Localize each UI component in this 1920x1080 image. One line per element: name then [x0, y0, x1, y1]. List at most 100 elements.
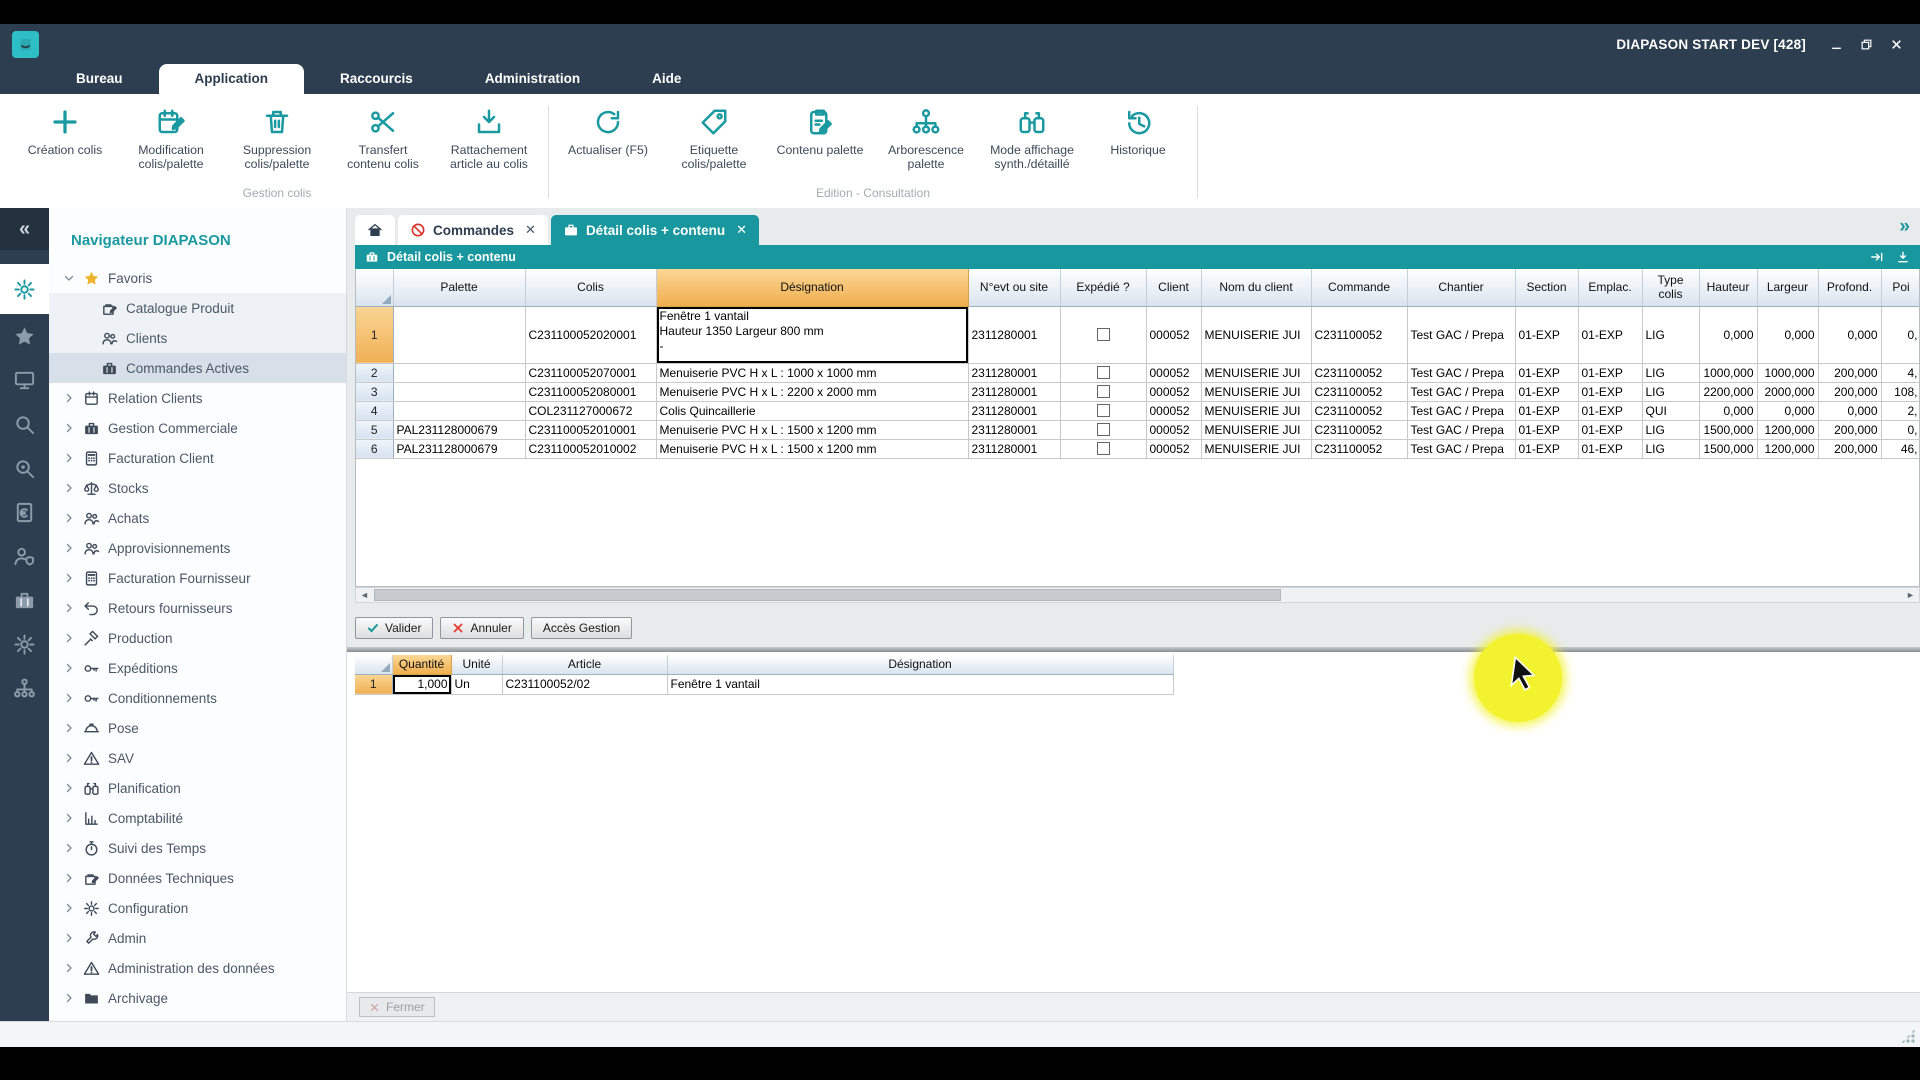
menu-tab-application[interactable]: Application — [159, 64, 305, 94]
cell[interactable]: Test GAC / Prepa — [1407, 401, 1515, 420]
cell[interactable]: C231100052010001 — [525, 420, 656, 439]
sidebar-item-production[interactable]: Production — [49, 623, 346, 653]
cell[interactable]: 000052 — [1146, 306, 1201, 363]
cell[interactable]: Test GAC / Prepa — [1407, 382, 1515, 401]
cell[interactable]: 46, — [1881, 439, 1920, 458]
cell[interactable]: 1000,000 — [1699, 363, 1757, 382]
sidebar-item-approvisionnements[interactable]: Approvisionnements — [49, 533, 346, 563]
ribbon-button-refresh[interactable]: Actualiser (F5) — [555, 104, 661, 157]
cell[interactable]: Test GAC / Prepa — [1407, 306, 1515, 363]
cell[interactable]: 01-EXP — [1515, 401, 1578, 420]
column-header-quantit-[interactable]: Quantité — [392, 655, 451, 674]
cell[interactable]: MENUISERIE JUI — [1201, 420, 1311, 439]
cell[interactable]: 01-EXP — [1578, 306, 1642, 363]
sidebar-item-conditionnements[interactable]: Conditionnements — [49, 683, 346, 713]
scroll-right-arrow[interactable]: ► — [1902, 588, 1919, 602]
cell[interactable]: 0, — [1881, 420, 1920, 439]
ribbon-button-trash[interactable]: Suppression colis/palette — [224, 104, 330, 171]
cell[interactable]: 2311280001 — [968, 401, 1060, 420]
collapse-sidebar-button[interactable]: « — [0, 208, 49, 250]
sidebar-item-retours-fournisseurs[interactable]: Retours fournisseurs — [49, 593, 346, 623]
menu-tab-administration[interactable]: Administration — [449, 64, 616, 94]
cell[interactable] — [393, 401, 525, 420]
cell[interactable]: 2311280001 — [968, 439, 1060, 458]
cell[interactable]: 1,000 — [392, 674, 451, 694]
column-header-colis[interactable]: Colis — [525, 269, 656, 306]
cell[interactable] — [1060, 382, 1146, 401]
cell[interactable]: 0,000 — [1699, 306, 1757, 363]
close-button[interactable] — [1888, 36, 1904, 52]
checkbox-unchecked[interactable] — [1097, 328, 1110, 341]
cell[interactable]: 01-EXP — [1515, 382, 1578, 401]
cell[interactable]: LIG — [1642, 420, 1699, 439]
cell[interactable]: C231100052 — [1311, 420, 1407, 439]
sidebar-item-stocks[interactable]: Stocks — [49, 473, 346, 503]
sidebar-item-donn-es-techniques[interactable]: Données Techniques — [49, 863, 346, 893]
tab-close-icon[interactable]: ✕ — [525, 222, 536, 238]
tab-home[interactable] — [355, 215, 395, 245]
cell[interactable]: Test GAC / Prepa — [1407, 363, 1515, 382]
column-header-type-colis[interactable]: Type colis — [1642, 269, 1699, 306]
cell[interactable]: 2311280001 — [968, 382, 1060, 401]
cell[interactable] — [1060, 420, 1146, 439]
ribbon-button-binoculars[interactable]: Mode affichage synth./détaillé — [979, 104, 1085, 171]
cell[interactable]: 200,000 — [1818, 420, 1881, 439]
checkbox-unchecked[interactable] — [1097, 423, 1110, 436]
cell[interactable]: MENUISERIE JUI — [1201, 439, 1311, 458]
sidebar-item-admin[interactable]: Admin — [49, 923, 346, 953]
cell[interactable]: 1200,000 — [1757, 439, 1818, 458]
cell[interactable]: LIG — [1642, 382, 1699, 401]
scrollbar-thumb[interactable] — [374, 589, 1281, 601]
strip-desktop-button[interactable] — [0, 358, 49, 402]
fermer-button[interactable]: Fermer — [359, 997, 435, 1017]
checkbox-unchecked[interactable] — [1097, 366, 1110, 379]
cell[interactable]: LIG — [1642, 439, 1699, 458]
cell[interactable]: 2000,000 — [1757, 382, 1818, 401]
column-header-hauteur[interactable]: Hauteur — [1699, 269, 1757, 306]
sidebar-item-gestion-commerciale[interactable]: Gestion Commerciale — [49, 413, 346, 443]
ribbon-button-sitemap[interactable]: Arborescence palette — [873, 104, 979, 171]
strip-search-button[interactable] — [0, 402, 49, 446]
cell[interactable] — [1060, 306, 1146, 363]
cell[interactable]: LIG — [1642, 363, 1699, 382]
cell[interactable]: Test GAC / Prepa — [1407, 420, 1515, 439]
cell[interactable]: 0,000 — [1699, 401, 1757, 420]
sidebar-item-sav[interactable]: SAV — [49, 743, 346, 773]
strip-invoice-button[interactable] — [0, 490, 49, 534]
cell[interactable]: 01-EXP — [1515, 439, 1578, 458]
ribbon-button-history[interactable]: Historique — [1085, 104, 1191, 157]
strip-search-advanced-button[interactable] — [0, 446, 49, 490]
strip-favorites-button[interactable] — [0, 314, 49, 358]
cell[interactable]: C231100052 — [1311, 439, 1407, 458]
restore-button[interactable] — [1858, 36, 1874, 52]
ribbon-button-plus[interactable]: Création colis — [12, 104, 118, 157]
column-header-commande[interactable]: Commande — [1311, 269, 1407, 306]
tab-commandes[interactable]: Commandes✕ — [398, 215, 548, 245]
column-header-palette[interactable]: Palette — [393, 269, 525, 306]
cell[interactable]: Fenêtre 1 vantail Hauteur 1350 Largeur 8… — [656, 306, 968, 363]
cell[interactable]: COL231127000672 — [525, 401, 656, 420]
cell[interactable]: PAL231128000679 — [393, 439, 525, 458]
cell[interactable]: 200,000 — [1818, 382, 1881, 401]
cell[interactable]: 01-EXP — [1578, 420, 1642, 439]
ribbon-button-calendar-edit[interactable]: Modification colis/palette — [118, 104, 224, 171]
cell[interactable]: MENUISERIE JUI — [1201, 382, 1311, 401]
column-header-largeur[interactable]: Largeur — [1757, 269, 1818, 306]
valider-button[interactable]: Valider — [355, 617, 433, 639]
sidebar-item-exp-ditions[interactable]: Expéditions — [49, 653, 346, 683]
sidebar-item-catalogue-produit[interactable]: Catalogue Produit — [49, 293, 346, 323]
cell[interactable] — [1060, 401, 1146, 420]
column-header-chantier[interactable]: Chantier — [1407, 269, 1515, 306]
row-number-cell[interactable]: 1 — [356, 306, 393, 363]
sidebar-item-commandes-actives[interactable]: Commandes Actives — [49, 353, 346, 383]
cell[interactable]: 0, — [1881, 306, 1920, 363]
cell[interactable]: Menuiserie PVC H x L : 1500 x 1200 mm — [656, 439, 968, 458]
cell[interactable]: C231100052 — [1311, 363, 1407, 382]
cell[interactable]: 2200,000 — [1699, 382, 1757, 401]
strip-modules-button[interactable] — [0, 264, 49, 314]
cell[interactable]: 2311280001 — [968, 420, 1060, 439]
column-header-emplac-[interactable]: Emplac. — [1578, 269, 1642, 306]
row-number-cell[interactable]: 6 — [356, 439, 393, 458]
cell[interactable]: 000052 — [1146, 420, 1201, 439]
cell[interactable]: C231100052070001 — [525, 363, 656, 382]
